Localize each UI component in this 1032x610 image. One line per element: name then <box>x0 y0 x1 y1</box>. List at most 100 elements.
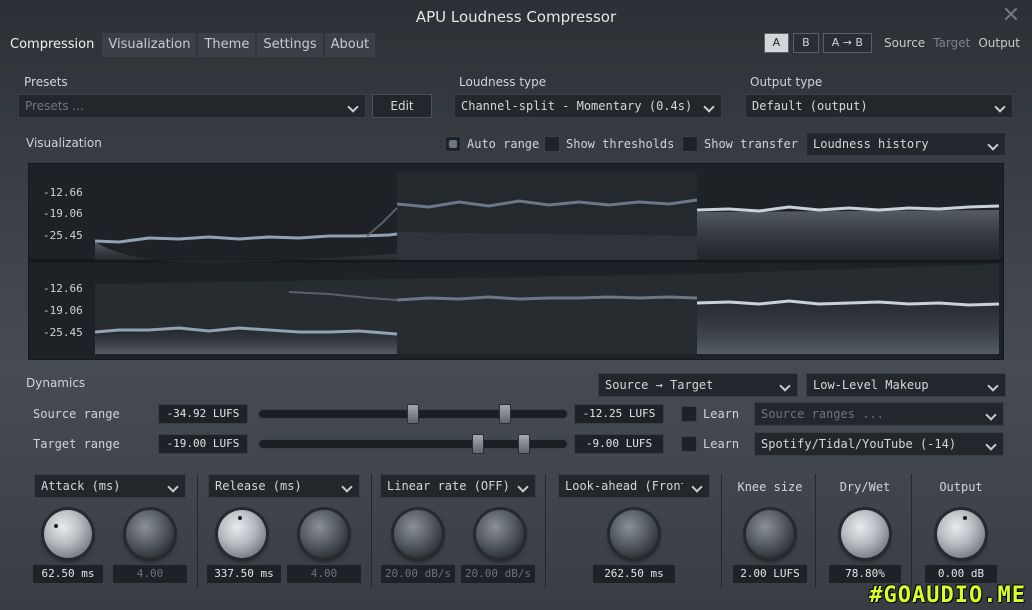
knee-value[interactable]: 2.00 LUFS <box>732 564 808 584</box>
knob-indicator <box>54 524 58 528</box>
lookahead-label: Look-ahead (Front <box>565 479 683 493</box>
visualization-mode-select[interactable]: Loudness history <box>806 132 1006 156</box>
auto-range-checkbox[interactable]: Auto range <box>445 136 539 152</box>
show-transfer-label: Show transfer <box>704 137 798 151</box>
output-type-label: Output type <box>750 75 823 89</box>
tab-about[interactable]: About <box>324 33 376 57</box>
presets-select[interactable]: Presets ... <box>18 94 366 118</box>
lookahead-select[interactable]: Look-ahead (Front <box>558 474 710 498</box>
attack-knob[interactable] <box>44 510 92 558</box>
b-button[interactable]: B <box>793 33 819 53</box>
linear-rate-value-2[interactable]: 20.00 dB/s <box>460 564 536 584</box>
axis-label-top-2: -19.06 <box>43 207 83 220</box>
watermark: #GOAUDIO.ME <box>869 583 1026 608</box>
makeup-select[interactable]: Low-Level Makeup <box>806 373 1006 397</box>
source-range-label: Source range <box>33 407 120 421</box>
attack-select[interactable]: Attack (ms) <box>34 474 186 498</box>
target-range-low-value[interactable]: -19.00 LUFS <box>158 434 248 454</box>
target-toggle[interactable]: Target <box>933 36 970 50</box>
auto-range-label: Auto range <box>467 137 540 151</box>
chevron-down-icon <box>167 481 179 493</box>
checkbox-icon <box>681 406 697 422</box>
source-range-low-value[interactable]: -34.92 LUFS <box>158 404 248 424</box>
source-learn-label: Learn <box>703 407 740 421</box>
dynamics-mode-select[interactable]: Source → Target <box>598 373 798 397</box>
release-value[interactable]: 337.50 ms <box>206 564 282 584</box>
source-learn-checkbox[interactable]: Learn <box>681 406 739 422</box>
main-tabs: Compression Visualization Theme Settings… <box>4 33 377 57</box>
target-preset-select[interactable]: Spotify/Tidal/YouTube (-14) <box>754 432 1004 456</box>
source-range-high-value[interactable]: -12.25 LUFS <box>574 404 664 424</box>
target-range-slider[interactable] <box>258 434 568 454</box>
visualization-label: Visualization <box>26 136 102 150</box>
target-preset-value: Spotify/Tidal/YouTube (-14) <box>761 437 957 451</box>
target-learn-label: Learn <box>703 437 740 451</box>
show-transfer-checkbox[interactable]: Show transfer <box>682 136 798 152</box>
release-knob[interactable] <box>218 510 266 558</box>
axis-label-top-1: -12.66 <box>43 186 83 199</box>
tab-theme[interactable]: Theme <box>198 33 256 57</box>
release-section: Release (ms) 337.50 ms 4.00 <box>200 474 372 588</box>
release-ratio-value[interactable]: 4.00 <box>286 564 362 584</box>
target-range-high-handle[interactable] <box>517 434 530 454</box>
output-type-select[interactable]: Default (output) <box>745 94 1013 118</box>
presets-label: Presets <box>24 75 68 89</box>
show-thresholds-label: Show thresholds <box>566 137 675 151</box>
ab-bar: A B A → B Source Target Output <box>763 33 1020 53</box>
attack-section: Attack (ms) 62.50 ms 4.00 <box>26 474 198 588</box>
loudness-type-select[interactable]: Channel-split - Momentary (0.4s) <box>454 94 722 118</box>
linear-rate-label: Linear rate (OFF) <box>387 479 509 493</box>
visualization-mode-value: Loudness history <box>813 137 929 151</box>
source-toggle[interactable]: Source <box>884 36 925 50</box>
checkbox-icon <box>544 136 560 152</box>
target-range-high-value[interactable]: -9.00 LUFS <box>574 434 664 454</box>
lookahead-knob[interactable] <box>610 510 658 558</box>
a-button[interactable]: A <box>763 33 790 53</box>
knee-knob[interactable] <box>746 510 794 558</box>
attack-ratio-knob[interactable] <box>126 510 174 558</box>
linear-rate-knob-1[interactable] <box>394 510 442 558</box>
chevron-down-icon <box>994 101 1006 113</box>
loudness-type-value: Channel-split - Momentary (0.4s) <box>461 99 693 113</box>
makeup-value: Low-Level Makeup <box>813 378 929 392</box>
show-thresholds-checkbox[interactable]: Show thresholds <box>544 136 674 152</box>
loudness-history-graph: -12.66 -19.06 -25.45 -12.66 -19.06 -25.4… <box>28 163 1004 360</box>
source-range-slider[interactable] <box>258 404 568 424</box>
chevron-down-icon <box>517 481 529 493</box>
drywet-label: Dry/Wet <box>839 480 891 494</box>
tab-visualization[interactable]: Visualization <box>102 33 197 57</box>
attack-value[interactable]: 62.50 ms <box>32 564 104 584</box>
drywet-knob[interactable] <box>841 510 889 558</box>
output-value[interactable]: 0.00 dB <box>924 564 998 584</box>
close-icon[interactable] <box>1004 7 1018 21</box>
source-range-high-handle[interactable] <box>499 404 512 424</box>
tab-settings[interactable]: Settings <box>257 33 323 57</box>
release-ratio-knob[interactable] <box>300 510 348 558</box>
chevron-down-icon <box>703 101 715 113</box>
a-to-b-button[interactable]: A → B <box>822 33 872 53</box>
target-range-low-handle[interactable] <box>471 434 484 454</box>
release-select[interactable]: Release (ms) <box>208 474 360 498</box>
edit-preset-button[interactable]: Edit <box>372 94 432 118</box>
linear-rate-knob-2[interactable] <box>476 510 524 558</box>
knob-indicator <box>963 516 967 520</box>
source-ranges-select[interactable]: Source ranges ... <box>754 402 1004 426</box>
knob-indicator <box>238 516 242 520</box>
target-learn-checkbox[interactable]: Learn <box>681 436 739 452</box>
drywet-value[interactable]: 78.80% <box>828 564 902 584</box>
linear-rate-section: Linear rate (OFF) 20.00 dB/s 20.00 dB/s <box>374 474 546 588</box>
lookahead-value[interactable]: 262.50 ms <box>592 564 676 584</box>
chevron-down-icon <box>987 139 999 151</box>
attack-ratio-value[interactable]: 4.00 <box>112 564 188 584</box>
window-title: APU Loudness Compressor <box>415 8 617 26</box>
linear-rate-value-1[interactable]: 20.00 dB/s <box>380 564 456 584</box>
presets-placeholder: Presets ... <box>25 99 84 113</box>
checkbox-icon <box>681 436 697 452</box>
tab-compression[interactable]: Compression <box>4 33 100 57</box>
output-type-value: Default (output) <box>752 99 868 113</box>
output-toggle[interactable]: Output <box>978 36 1020 50</box>
drywet-section: Dry/Wet 78.80% <box>818 474 912 588</box>
linear-rate-select[interactable]: Linear rate (OFF) <box>380 474 536 498</box>
output-knob[interactable] <box>937 510 985 558</box>
source-range-low-handle[interactable] <box>407 404 419 424</box>
